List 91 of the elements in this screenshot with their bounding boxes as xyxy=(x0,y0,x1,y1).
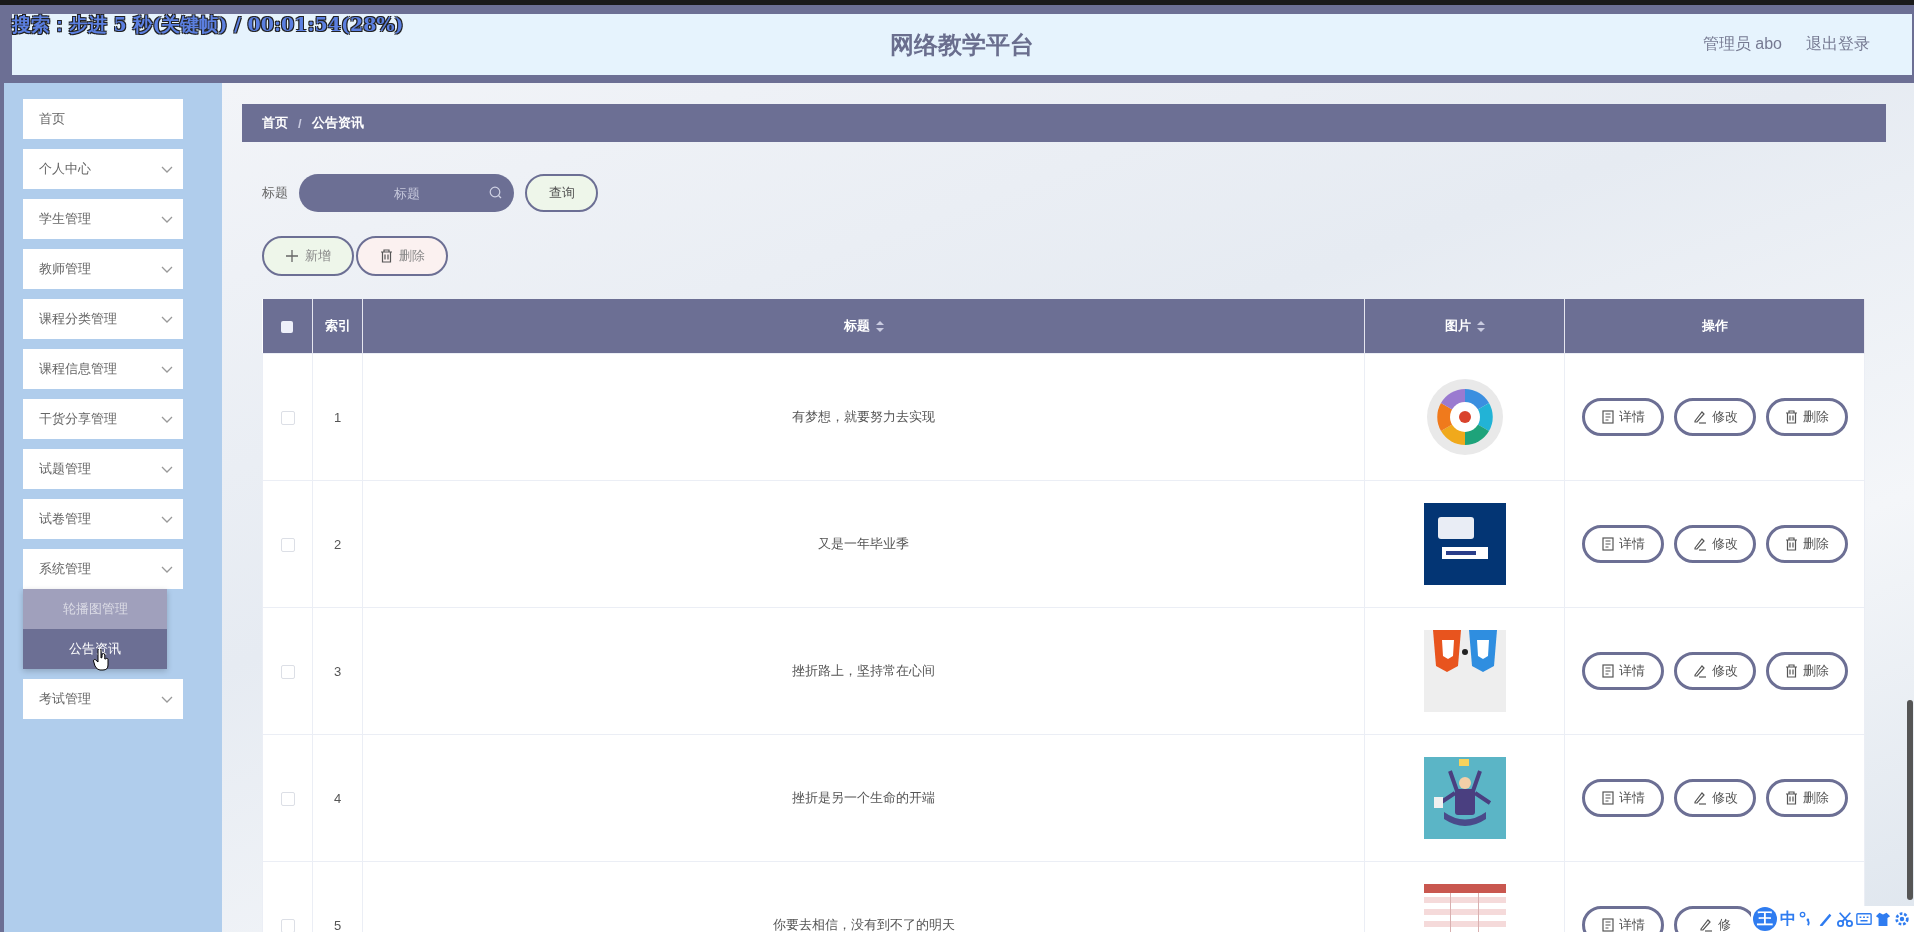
breadcrumb-link[interactable]: 首页 xyxy=(262,114,288,132)
trash-icon xyxy=(1785,664,1798,678)
select-all-checkbox[interactable] xyxy=(281,321,294,334)
menu-item[interactable]: 试卷管理 xyxy=(23,499,183,539)
chevron-down-icon xyxy=(161,215,173,223)
chevron-down-icon xyxy=(161,315,173,323)
table-cell: 你要去相信，没有到不了的明天 xyxy=(772,917,955,932)
edit-button[interactable]: 修改 xyxy=(1674,779,1756,817)
trash-icon xyxy=(379,249,393,263)
trash-icon xyxy=(1785,537,1798,551)
detail-button[interactable]: 详情 xyxy=(1582,398,1664,436)
app-title: 网络教学平台 xyxy=(890,30,1034,58)
table-cell: 2 xyxy=(333,536,342,552)
chevron-down-icon xyxy=(161,465,173,473)
row-checkbox[interactable] xyxy=(280,664,295,679)
logout-link[interactable]: 退出登录 xyxy=(1806,34,1870,55)
row-checkbox[interactable] xyxy=(280,537,295,552)
table-cell: 挫折是另一个生命的开端 xyxy=(792,790,935,805)
edit-button[interactable]: 修改 xyxy=(1674,652,1756,690)
search-button[interactable]: 查询 xyxy=(525,174,598,212)
menu-item[interactable]: 课程信息管理 xyxy=(23,349,183,389)
ime-logo[interactable]: 王 xyxy=(1753,907,1777,931)
detail-button[interactable]: 详情 xyxy=(1582,652,1664,690)
menu-item[interactable]: 个人中心 xyxy=(23,149,183,189)
column-header: 索引 xyxy=(324,318,351,333)
menu-item[interactable]: 教师管理 xyxy=(23,249,183,289)
column-header[interactable]: 图片 xyxy=(1444,317,1485,335)
delete-button[interactable]: 删除 xyxy=(1766,525,1848,563)
column-header: 操作 xyxy=(1701,318,1728,333)
pencil-icon xyxy=(1692,410,1707,424)
menu-item[interactable]: 考试管理 xyxy=(23,679,183,719)
search-label: 标题 xyxy=(262,184,288,202)
scrollbar-thumb[interactable] xyxy=(1907,700,1913,900)
edit-button[interactable]: 修改 xyxy=(1674,525,1756,563)
row-checkbox[interactable] xyxy=(280,791,295,806)
delete-button[interactable]: 删除 xyxy=(1766,779,1848,817)
pencil-icon xyxy=(1699,918,1713,932)
chevron-down-icon xyxy=(161,695,173,703)
ime-mode-toggle[interactable]: 中 xyxy=(1780,908,1796,930)
keyboard-icon[interactable] xyxy=(1856,911,1872,927)
table-cell: 又是一年毕业季 xyxy=(818,536,909,551)
row-checkbox[interactable] xyxy=(280,918,295,932)
add-button[interactable]: 新增 xyxy=(262,236,354,276)
document-icon xyxy=(1601,537,1614,551)
menu-item[interactable]: 干货分享管理 xyxy=(23,399,183,439)
delete-button[interactable]: 删除 xyxy=(1766,652,1848,690)
document-icon xyxy=(1601,410,1614,424)
breadcrumb-link[interactable]: 公告资讯 xyxy=(311,114,364,132)
player-status-text: 搜索：步进 5 秒(关键帧) / 00:01:54(28%) xyxy=(12,13,404,35)
chevron-down-icon xyxy=(161,265,173,273)
menu-item[interactable]: 试题管理 xyxy=(23,449,183,489)
breadcrumb-separator: / xyxy=(298,115,302,131)
search-field[interactable]: 标题 xyxy=(299,174,514,212)
table-cell: 挫折路上，坚持常在心间 xyxy=(792,663,935,678)
detail-button[interactable]: 详情 xyxy=(1582,525,1664,563)
table-cell: 1 xyxy=(333,409,342,425)
pencil-icon xyxy=(1692,537,1707,551)
delete-button[interactable]: 删除 xyxy=(356,236,448,276)
edit-button[interactable]: 修改 xyxy=(1674,398,1756,436)
table-cell: 4 xyxy=(333,790,342,806)
chevron-down-icon xyxy=(161,515,173,523)
plus-icon xyxy=(285,249,299,263)
settings-icon[interactable] xyxy=(1894,911,1910,927)
user-name: 管理员 abo xyxy=(1702,34,1782,54)
menu-item[interactable]: 课程分类管理 xyxy=(23,299,183,339)
scissors-icon[interactable] xyxy=(1837,911,1853,927)
detail-button[interactable]: 详情 xyxy=(1582,906,1664,932)
chevron-down-icon xyxy=(161,165,173,173)
chevron-down-icon xyxy=(161,415,173,423)
trash-icon xyxy=(1785,791,1798,805)
pencil-icon xyxy=(1692,664,1707,678)
pencil-icon[interactable] xyxy=(1818,911,1834,927)
menu-item[interactable]: 首页 xyxy=(23,99,183,139)
chevron-down-icon xyxy=(161,365,173,373)
shirt-icon[interactable] xyxy=(1875,911,1891,927)
row-checkbox[interactable] xyxy=(280,410,295,425)
pencil-icon xyxy=(1692,791,1707,805)
document-icon xyxy=(1601,918,1614,932)
table-cell: 3 xyxy=(333,663,342,679)
delete-button[interactable]: 删除 xyxy=(1766,398,1848,436)
document-icon xyxy=(1601,664,1614,678)
search-icon xyxy=(489,186,502,199)
menu-item[interactable]: 学生管理 xyxy=(23,199,183,239)
document-icon xyxy=(1601,791,1614,805)
table-cell: 有梦想，就要努力去实现 xyxy=(792,409,935,424)
chevron-down-icon xyxy=(161,565,173,573)
table-cell: 5 xyxy=(333,917,342,932)
column-header[interactable]: 标题 xyxy=(843,317,884,335)
menu-item[interactable]: 系统管理 xyxy=(23,549,183,589)
detail-button[interactable]: 详情 xyxy=(1582,779,1664,817)
trash-icon xyxy=(1785,410,1798,424)
